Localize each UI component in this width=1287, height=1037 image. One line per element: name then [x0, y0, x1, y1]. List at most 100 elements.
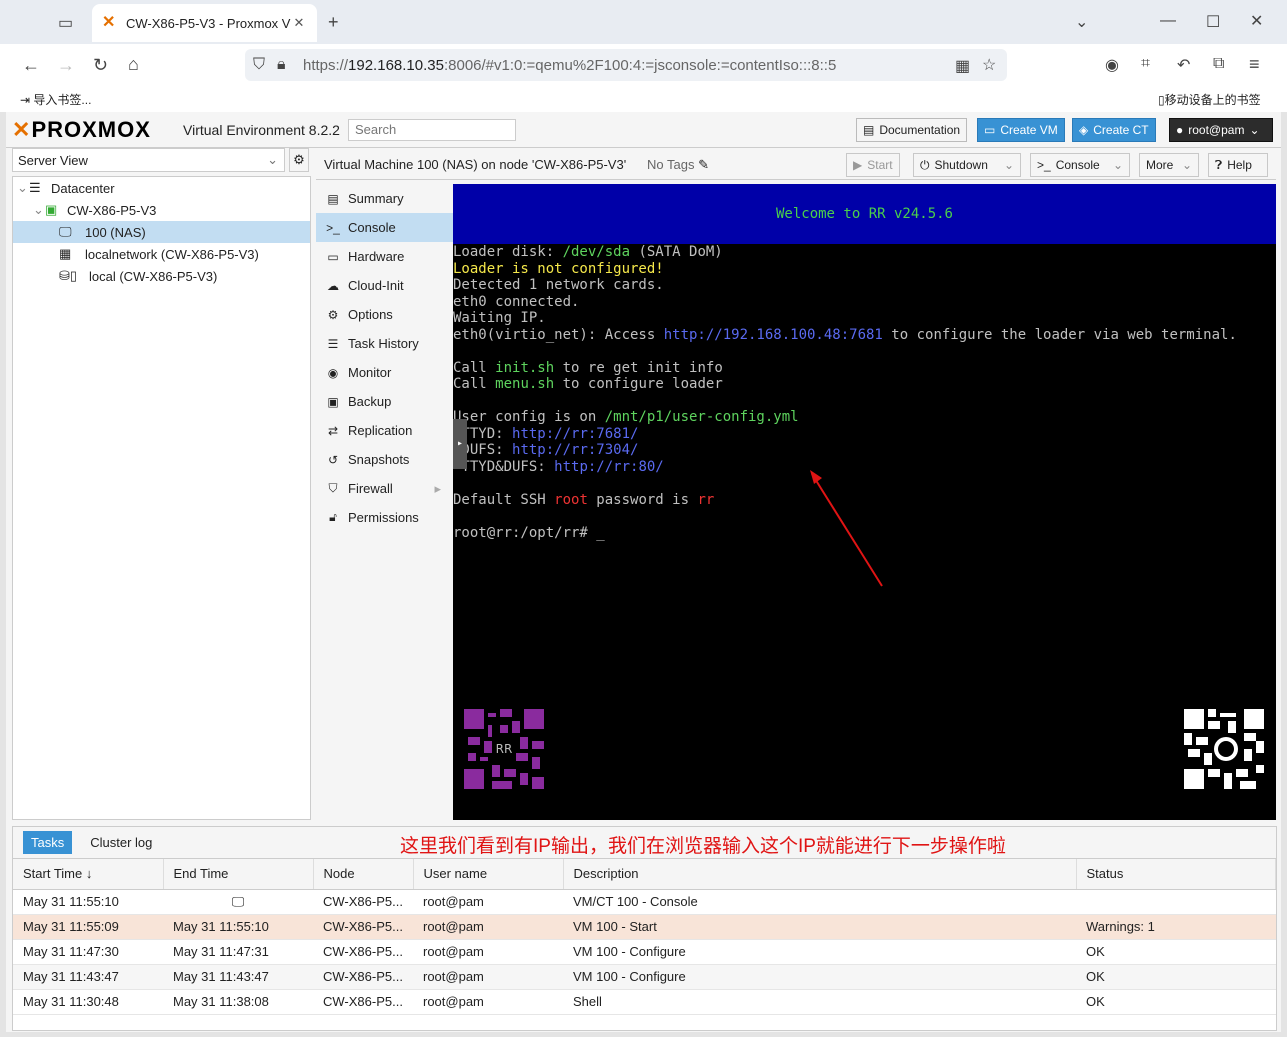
list-icon: ☰ — [327, 336, 339, 351]
nav-permissions[interactable]: 🔓︎ Permissions — [316, 503, 453, 532]
nav-backup[interactable]: ▣ Backup — [316, 387, 453, 416]
import-icon: ⇥ — [20, 93, 31, 107]
nav-hardware[interactable]: ▭ Hardware — [316, 242, 453, 271]
console-running-icon: 🖵︎ — [163, 889, 313, 915]
chevron-down-icon[interactable]: ⌄ — [1075, 12, 1088, 32]
table-row[interactable]: May 31 11:47:30 May 31 11:47:31 CW-X86-P… — [13, 939, 1276, 965]
tree-item-localnetwork[interactable]: ▦ localnetwork (CW-X86-P5-V3) — [13, 243, 310, 265]
col-user[interactable]: User name — [413, 859, 564, 890]
nav-replication[interactable]: ⇄ Replication — [316, 416, 453, 445]
menu-icon[interactable]: ≡ — [1249, 54, 1260, 75]
address-bar[interactable]: ⛉ 🔒︎ https://192.168.10.35:8006/#v1:0:=q… — [245, 49, 1007, 81]
cell-desc: Shell — [563, 989, 1076, 1015]
tab-cluster-log[interactable]: Cluster log — [82, 831, 160, 854]
proxmox-favicon-icon: ✕ — [102, 14, 116, 31]
start-button[interactable]: ▶ Start — [846, 153, 900, 177]
cell-node: CW-X86-P5... — [313, 939, 413, 965]
nav-monitor[interactable]: ◉ Monitor — [316, 358, 453, 387]
cell-status: OK — [1076, 964, 1276, 990]
nav-console[interactable]: >_ Console — [316, 213, 453, 242]
tree-item-local-storage[interactable]: ⛁▯ local (CW-X86-P5-V3) — [13, 265, 310, 287]
tree-item-vm-100[interactable]: 🖵︎ 100 (NAS) — [13, 221, 310, 243]
console-line: DUFS: http://rr:7304/ — [453, 442, 639, 458]
mobile-bookmarks-link[interactable]: ▯移动设备上的书签 — [1158, 91, 1261, 108]
chevron-down-icon: ⌄ — [1249, 123, 1260, 137]
back-icon[interactable]: ← — [22, 55, 40, 76]
nav-task-history[interactable]: ☰ Task History — [316, 329, 453, 358]
cell-status — [1076, 889, 1276, 915]
shutdown-button[interactable]: ⏻ Shutdown ⌄ — [913, 153, 1021, 177]
nav-summary[interactable]: ▤ Summary — [316, 184, 453, 213]
console-button[interactable]: >_ Console ⌄ — [1030, 153, 1130, 177]
table-row[interactable]: May 31 11:55:09 May 31 11:55:10 CW-X86-P… — [13, 914, 1276, 940]
documentation-button[interactable]: ▤ Documentation — [856, 118, 968, 142]
nav-snapshots[interactable]: ↺ Snapshots — [316, 445, 453, 474]
cell-start: May 31 11:30:48 — [13, 989, 163, 1015]
minimize-icon[interactable]: — — [1160, 12, 1176, 30]
create-vm-button[interactable]: ▭ Create VM — [977, 118, 1065, 142]
search-input[interactable]: Search — [348, 119, 516, 141]
eye-icon: ◉ — [327, 365, 339, 380]
col-start-time[interactable]: Start Time ↓ — [13, 859, 164, 890]
col-status[interactable]: Status — [1076, 859, 1276, 890]
help-icon: ❓︎ — [1215, 157, 1223, 172]
cell-start: May 31 11:55:09 — [13, 914, 163, 940]
browser-tab[interactable]: ✕ CW-X86-P5-V3 - Proxmox Vi ✕ — [92, 4, 317, 42]
monitor-icon: ▭ — [327, 249, 339, 264]
chevron-right-icon: ▸ — [434, 480, 441, 496]
table-row[interactable]: May 31 11:43:47 May 31 11:43:47 CW-X86-P… — [13, 964, 1276, 990]
more-button[interactable]: More ⌄ — [1139, 153, 1199, 177]
undo-icon[interactable]: ↶ — [1177, 55, 1190, 75]
create-ct-button[interactable]: ◈ Create CT — [1072, 118, 1156, 142]
nav-options[interactable]: ⚙ Options — [316, 300, 453, 329]
tab-tasks[interactable]: Tasks — [23, 831, 73, 854]
nav-cloud-init[interactable]: ☁ Cloud-Init — [316, 271, 453, 300]
table-row[interactable]: May 31 11:30:48 May 31 11:38:08 CW-X86-P… — [13, 989, 1276, 1015]
shield-icon[interactable]: ⛉ — [253, 56, 265, 74]
vm-nav: ▤ Summary >_ Console ▭ Hardware ☁ Cloud-Init… — [316, 184, 453, 820]
import-bookmarks-link[interactable]: ⇥ 导入书签... — [20, 91, 91, 108]
tasks-table: Start Time ↓ End Time Node User name Des… — [13, 859, 1276, 1015]
crop-icon[interactable]: ⌗ — [1141, 55, 1150, 73]
tab-actions-icon[interactable]: ▭ — [58, 13, 73, 33]
annotation-arrow-icon — [810, 470, 883, 587]
forward-icon[interactable]: → — [57, 55, 75, 76]
tags-label[interactable]: No Tags ✎ — [647, 157, 709, 173]
book-icon: ▤ — [327, 191, 339, 206]
cell-end: May 31 11:55:10 — [163, 914, 313, 940]
qr-code-icon[interactable]: ▦ — [955, 56, 970, 76]
star-icon[interactable]: ☆ — [982, 55, 996, 75]
proxmox-app: ✕PROXMOX Virtual Environment 8.2.2 Searc… — [6, 112, 1281, 1032]
nav-firewall[interactable]: ⛉ Firewall ▸ — [316, 474, 453, 503]
console-line: TTYD: http://rr:7681/ — [453, 425, 639, 442]
reload-icon[interactable]: ↻ — [93, 55, 108, 76]
tree-item-label: local (CW-X86-P5-V3) — [89, 268, 218, 284]
col-description[interactable]: Description — [563, 859, 1077, 890]
home-icon[interactable]: ⌂ — [128, 54, 139, 75]
close-tab-icon[interactable]: ✕ — [291, 15, 307, 31]
more-label: More — [1146, 158, 1174, 172]
extensions-icon[interactable]: ⧉ — [1213, 55, 1224, 73]
new-tab-icon[interactable]: + — [328, 12, 339, 33]
col-node[interactable]: Node — [313, 859, 414, 890]
close-window-icon[interactable]: ✕ — [1250, 11, 1263, 31]
maximize-icon[interactable]: ☐ — [1206, 12, 1220, 32]
view-selector[interactable]: Server View ⌄ — [12, 148, 285, 172]
col-end-time[interactable]: End Time — [163, 859, 314, 890]
account-icon[interactable]: ◉ — [1105, 55, 1119, 75]
gear-icon[interactable]: ⚙ — [289, 148, 309, 172]
lock-icon[interactable]: 🔒︎ — [277, 56, 286, 74]
nav-label: Cloud-Init — [348, 278, 404, 293]
user-menu-button[interactable]: ● root@pam ⌄ — [1169, 118, 1273, 142]
tree-item-datacenter[interactable]: ⌄ ☰ Datacenter — [13, 177, 310, 199]
chevron-down-icon: ⌄ — [1112, 158, 1123, 172]
tree-item-node[interactable]: ⌄ ▣ CW-X86-P5-V3 — [13, 199, 310, 221]
novnc-sidebar-handle[interactable]: ▸ — [453, 419, 467, 469]
console-line: Call init.sh to re get init info — [453, 359, 723, 376]
table-row[interactable]: May 31 11:55:10 🖵︎ CW-X86-P5... root@pam… — [13, 889, 1276, 915]
nav-label: Options — [348, 307, 393, 322]
browser-nav-bar: ← → ↻ ⌂ ⛉ 🔒︎ https://192.168.10.35:8006/… — [0, 44, 1287, 86]
help-button[interactable]: ❓︎ Help — [1208, 153, 1268, 177]
console-line: User config is on /mnt/p1/user-config.ym… — [453, 409, 799, 425]
unlock-icon: 🔓︎ — [329, 510, 337, 524]
